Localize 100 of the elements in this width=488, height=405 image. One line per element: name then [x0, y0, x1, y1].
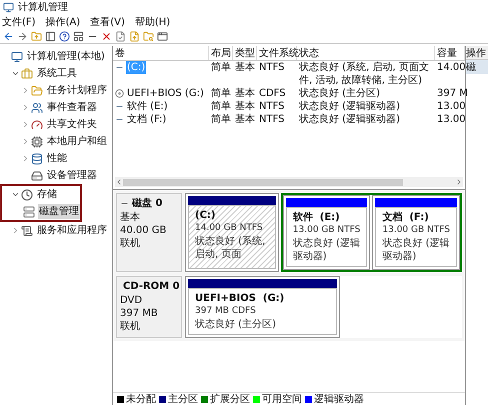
scroll-right-icon[interactable]: [455, 178, 463, 186]
scroll-left-icon[interactable]: [115, 178, 123, 186]
partition-status: 状态良好 (主分区): [195, 318, 277, 331]
disk-size: 397 MB: [120, 307, 159, 320]
table-cell: 基本: [235, 100, 255, 113]
partition-status: 状态良好 (逻辑驱动器): [292, 237, 360, 263]
table-cell: CDFS: [259, 87, 286, 100]
table-cell: NTFS: [259, 100, 285, 113]
folder-icon: [31, 84, 43, 96]
disk-type: DVD: [120, 294, 144, 307]
tree-item[interactable]: 计算机管理(本地): [26, 49, 106, 64]
partition-name: 软件 (E:): [292, 211, 341, 224]
table-cell: NTFS: [259, 61, 285, 74]
disk-status: 联机: [120, 320, 141, 333]
legend-label: 扩展分区: [210, 392, 250, 405]
table-cell: 状态良好 (逻辑驱动器): [299, 113, 400, 126]
disk-name: CD-ROM 0: [123, 280, 180, 294]
tree-item[interactable]: 共享文件夹: [46, 117, 98, 132]
menu-item[interactable]: 文件(F): [2, 15, 36, 30]
table-cell: 13.00: [437, 113, 466, 126]
menu-item[interactable]: 查看(V): [90, 15, 125, 30]
app-icon: [3, 2, 14, 13]
tree-item[interactable]: 设备管理器: [46, 168, 98, 183]
help-icon[interactable]: [59, 31, 70, 42]
partition-size: 397 MB CDFS: [195, 305, 257, 318]
actions-header: 操作: [466, 46, 488, 60]
database-icon: [31, 152, 43, 164]
document-icon: [21, 224, 33, 236]
partition-size: 14.00 GB NTFS: [195, 222, 264, 235]
tree-item[interactable]: 本地用户和组: [46, 134, 108, 149]
table-cell: 简单: [211, 113, 231, 126]
table-cell: 14.00: [437, 61, 466, 74]
window-title: 计算机管理: [18, 0, 68, 15]
close-icon[interactable]: [101, 31, 112, 42]
table-cell: 状态良好 (逻辑驱动器): [299, 100, 400, 113]
window-icon[interactable]: [157, 31, 168, 42]
legend-label: 主分区: [168, 392, 198, 405]
disk-name: 磁盘 0: [132, 196, 162, 211]
chip-icon: [31, 136, 43, 148]
disk-info-panel[interactable]: CD-ROM 0 DVD 397 MB 联机: [116, 276, 182, 338]
table-cell: 基本: [235, 87, 255, 100]
legend-label: 可用空间: [262, 392, 302, 405]
file-up-icon[interactable]: [129, 31, 140, 42]
tree-item[interactable]: 任务计划程序: [46, 83, 108, 98]
disk-type: 基本: [120, 211, 141, 224]
partition-name: UEFI+BIOS (G:): [195, 292, 286, 305]
table-cell: 基本: [235, 61, 255, 74]
tree-item[interactable]: 性能: [46, 151, 68, 166]
table-cell: 简单: [211, 100, 231, 113]
server-icon: [23, 206, 35, 218]
menu-item[interactable]: 操作(A): [46, 15, 80, 30]
partition-status: 状态良好 (系统, 启动, 页面: [195, 235, 266, 261]
menu-item[interactable]: 帮助(H): [134, 15, 170, 30]
table-cell: 简单: [211, 87, 231, 100]
partition-block[interactable]: UEFI+BIOS (G:) 397 MB CDFS 状态良好 (主分区): [185, 276, 340, 338]
table-cell: 13.00: [437, 100, 466, 113]
back-arrow-icon[interactable]: [3, 31, 14, 42]
briefcase-icon: [21, 68, 33, 80]
tree-item[interactable]: 磁盘管理: [38, 204, 80, 219]
document-check-icon[interactable]: [115, 31, 126, 42]
cd-drive-icon: [115, 89, 124, 98]
partition-size: 13.00 GB NTFS: [292, 224, 360, 237]
action-item[interactable]: 磁: [466, 60, 488, 74]
partition-block[interactable]: (C:) 14.00 GB NTFS 状态良好 (系统, 启动, 页面: [185, 193, 279, 272]
table-cell: 简单: [211, 61, 231, 74]
monitor-icon: [11, 50, 23, 62]
column-header[interactable]: 文件系统: [257, 46, 297, 60]
column-header[interactable]: 容量: [435, 46, 465, 60]
table-cell[interactable]: 软件 (E:): [126, 100, 169, 113]
clock-icon: [21, 188, 33, 200]
table-cell: 状态良好 (主分区): [299, 87, 380, 100]
gauge-icon: [31, 118, 43, 130]
panel-icon[interactable]: [73, 31, 84, 42]
panel-icon[interactable]: [45, 31, 56, 42]
table-cell[interactable]: 文档 (F:): [126, 113, 168, 126]
table-cell: 397 M: [437, 87, 468, 100]
partition-name: 文档 (F:): [382, 211, 430, 224]
users-icon: [31, 102, 43, 114]
tree-item[interactable]: 事件查看器: [46, 100, 98, 115]
table-cell[interactable]: UEFI+BIOS (G:): [126, 87, 205, 100]
legend-label: 逻辑驱动器: [314, 392, 364, 405]
disk-status: 联机: [120, 237, 141, 250]
partition-size: 13.00 GB NTFS: [382, 224, 450, 237]
table-cell: NTFS: [259, 113, 285, 126]
tree-item[interactable]: 系统工具: [36, 66, 78, 81]
tree-item[interactable]: 服务和应用程序: [36, 223, 108, 238]
column-header[interactable]: 类型: [233, 46, 257, 60]
column-header[interactable]: 布局: [209, 46, 233, 60]
partition-name: (C:): [195, 209, 216, 222]
partition-block[interactable]: 软件 (E:) 13.00 GB NTFS 状态良好 (逻辑驱动器): [282, 195, 370, 270]
table-cell: 基本: [235, 113, 255, 126]
partition-block[interactable]: 文档 (F:) 13.00 GB NTFS 状态良好 (逻辑驱动器): [372, 195, 460, 270]
disk-info-panel[interactable]: 磁盘 0 基本 40.00 GB 联机: [116, 193, 182, 272]
legend-label: 未分配: [126, 392, 156, 405]
disk-size: 40.00 GB: [120, 224, 168, 237]
table-cell-text: 状态良好 (系统, 启动, 页面文件, 活动, 故障转储, 主分区): [299, 61, 430, 87]
forward-arrow-icon[interactable]: [17, 31, 28, 42]
tree-item[interactable]: 存储: [36, 187, 58, 202]
scrollbar-thumb[interactable]: [123, 178, 403, 186]
column-header[interactable]: 卷: [113, 46, 209, 60]
